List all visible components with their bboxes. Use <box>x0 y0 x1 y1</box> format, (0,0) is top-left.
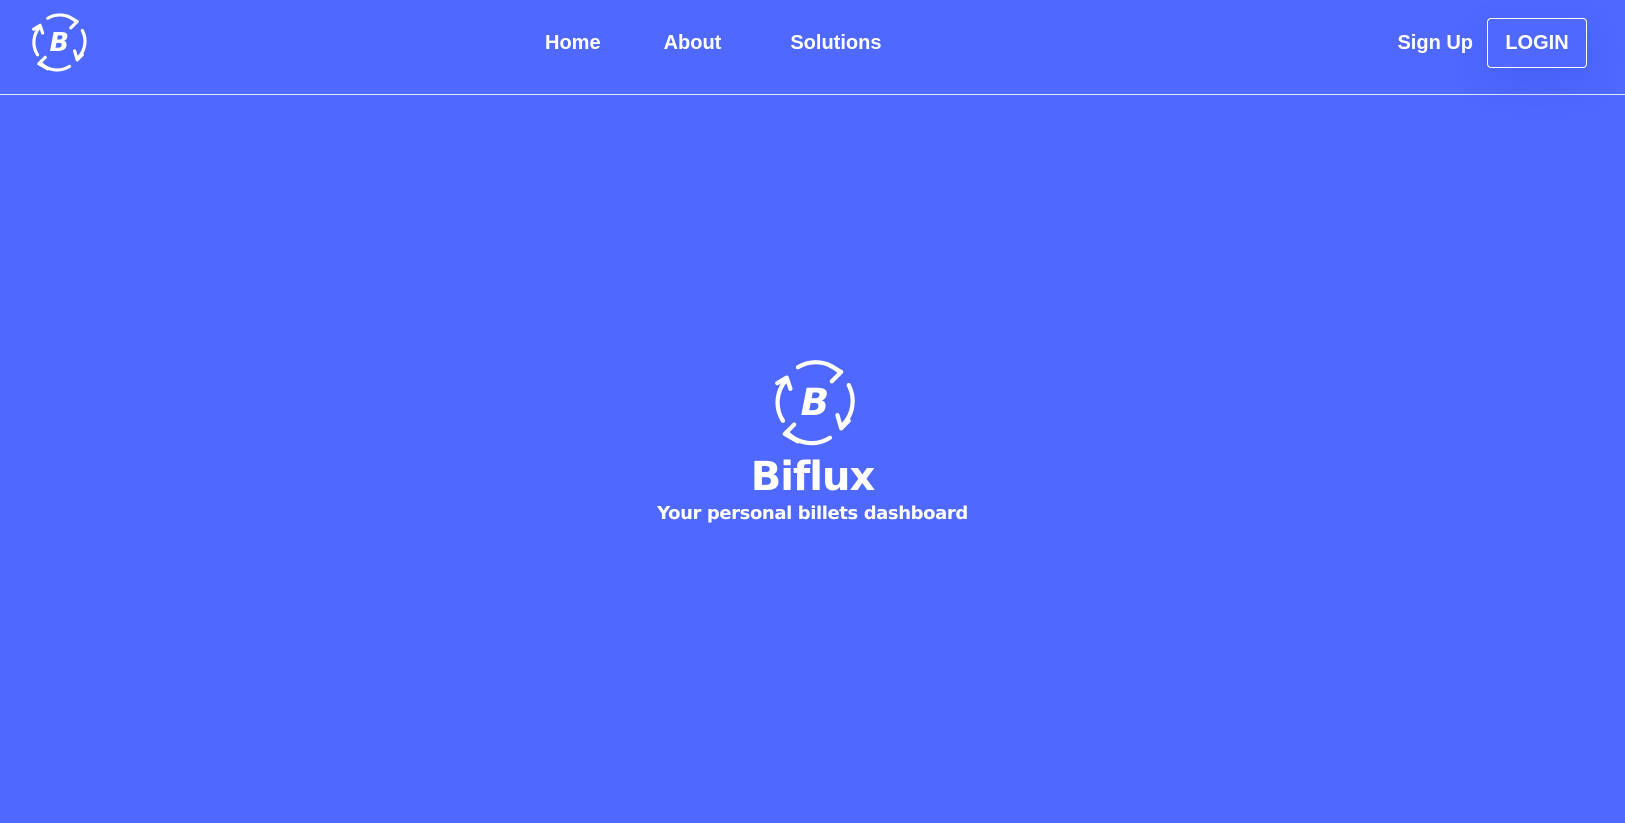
biflux-logo-icon[interactable]: B <box>26 10 90 74</box>
hero-tagline: Your personal billets dashboard <box>657 503 968 524</box>
hero-logo-svg: B <box>774 360 855 446</box>
main-nav: Home About Solutions <box>545 0 898 86</box>
nav-home-link[interactable]: Home <box>545 32 601 55</box>
nav-about-link[interactable]: About <box>664 32 722 55</box>
page: B Home About Solutions Sign Up LOGIN B B… <box>0 0 1625 823</box>
biflux-logo-svg: B <box>32 13 87 72</box>
nav-solutions-link[interactable]: Solutions <box>790 32 881 55</box>
biflux-logo-icon: B <box>766 355 860 449</box>
logo-letter: B <box>50 28 70 58</box>
auth-actions: Sign Up LOGIN <box>1397 18 1587 68</box>
hero-section: B Biflux Your personal billets dashboard <box>0 355 1625 527</box>
hero-title: Biflux <box>750 454 876 500</box>
hero-logo-letter: B <box>800 380 829 424</box>
login-button[interactable]: LOGIN <box>1487 18 1587 68</box>
top-navbar: B Home About Solutions Sign Up LOGIN <box>0 0 1625 95</box>
signup-link[interactable]: Sign Up <box>1397 32 1473 55</box>
